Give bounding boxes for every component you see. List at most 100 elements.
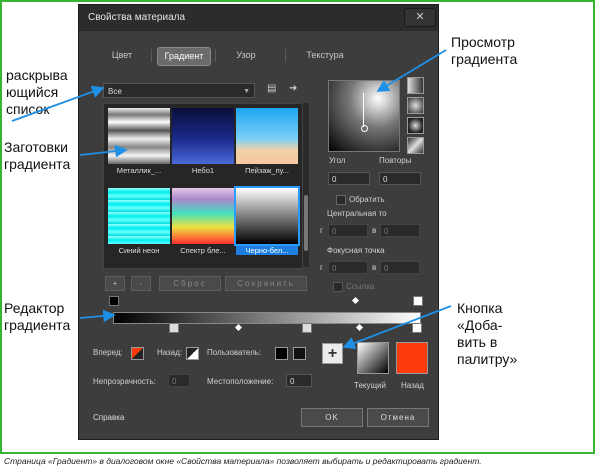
focus-h-spinner[interactable]: 0 — [328, 261, 368, 274]
current-swatch-label: Текущий — [354, 381, 386, 390]
preset-label: Синий неон — [118, 246, 160, 255]
cancel-button[interactable]: Отмена — [367, 408, 429, 427]
annotation-dropdown: раскрыва ющийся список — [6, 67, 68, 117]
preset-item[interactable]: Пейзаж_пу... — [236, 108, 298, 176]
opacity-spinner[interactable]: 0 — [168, 374, 190, 387]
ok-button[interactable]: OK — [301, 408, 363, 427]
preset-item[interactable]: Металлик_... — [108, 108, 170, 176]
presets-scrollbar[interactable] — [303, 103, 309, 267]
angle-handle-line — [363, 93, 364, 127]
invert-checkbox[interactable] — [336, 195, 346, 205]
forward-direction-icon[interactable] — [131, 347, 144, 360]
preset-item[interactable]: Синий неон — [108, 188, 170, 256]
dialog-title: Свойства материала — [88, 12, 186, 23]
preset-thumbnail — [108, 188, 170, 244]
focus-h-label: г — [320, 263, 323, 272]
reset-button[interactable]: Сброс — [159, 276, 221, 291]
preset-label: Черно-бел... — [236, 246, 298, 255]
gradient-presets-grid: Металлик_... Небо1 Пейзаж_пу... Синий не… — [103, 103, 303, 269]
link-label: Ссылка — [346, 282, 375, 291]
save-preset-button[interactable]: Сохранить — [225, 276, 307, 291]
preset-item[interactable]: Небо1 — [172, 108, 234, 176]
category-dropdown[interactable]: Все ▼ — [103, 83, 255, 98]
preset-thumbnail — [172, 108, 234, 164]
invert-label: Обратить — [349, 195, 385, 204]
center-point-label: Центральная то — [327, 209, 387, 218]
preset-item[interactable]: Спектр бле... — [172, 188, 234, 256]
tab-separator — [285, 49, 286, 62]
focus-v-spinner[interactable]: 0 — [380, 261, 420, 274]
center-h-spinner[interactable]: 0 — [328, 224, 368, 237]
tab-pattern[interactable]: Узор — [221, 47, 271, 64]
scrollbar-thumb[interactable] — [304, 195, 308, 251]
chevron-down-icon: ▼ — [243, 88, 250, 95]
conical-gradient-button[interactable] — [407, 137, 424, 154]
angle-handle-knob[interactable] — [361, 125, 368, 132]
annotation-preview: Просмотр градиента — [451, 34, 518, 67]
preset-label: Небо1 — [191, 166, 215, 175]
arrow-right-icon[interactable]: ➜ — [289, 83, 297, 94]
preset-thumbnail — [234, 186, 300, 246]
preset-thumbnail — [108, 108, 170, 164]
annotation-add-button: Кнопка «Доба-вить в палитру» — [457, 300, 518, 367]
opacity-midpoint[interactable] — [234, 323, 243, 332]
back-swatch-label: Назад — [401, 381, 424, 390]
material-properties-dialog: Свойства материала ✕ Цвет Градиент Узор … — [78, 4, 439, 440]
angle-label: Угол — [329, 156, 346, 165]
preset-label: Спектр бле... — [180, 246, 226, 255]
midpoint-marker[interactable] — [351, 296, 360, 305]
location-label: Местоположение: — [207, 377, 274, 386]
back-label: Назад: — [157, 348, 183, 357]
help-link[interactable]: Справка — [93, 413, 124, 422]
opacity-stop[interactable] — [302, 323, 312, 333]
title-bar: Свойства материала ✕ — [79, 5, 438, 31]
custom-color-swatch[interactable] — [275, 347, 288, 360]
figure-caption: Страница «Градиент» в диалоговом окне «С… — [4, 456, 482, 466]
add-preset-button[interactable]: + — [105, 276, 125, 291]
preset-label: Пейзаж_пу... — [245, 166, 289, 175]
location-spinner[interactable]: 0 — [286, 374, 312, 387]
add-to-palette-button[interactable]: + — [322, 343, 343, 364]
link-checkbox[interactable] — [333, 282, 343, 292]
tab-texture[interactable]: Текстура — [293, 47, 357, 64]
opacity-stop[interactable] — [169, 323, 179, 333]
radial-gradient-button[interactable] — [407, 97, 424, 114]
repeats-spinner[interactable]: 0 — [379, 172, 421, 185]
custom-label: Пользователь: — [207, 348, 262, 357]
gradient-preview[interactable] — [328, 80, 400, 152]
opacity-stop[interactable] — [412, 323, 422, 333]
back-swatch[interactable] — [396, 342, 428, 374]
dropdown-value: Все — [108, 87, 122, 96]
color-stop-start[interactable] — [109, 296, 119, 306]
tab-gradient[interactable]: Градиент — [157, 47, 211, 66]
color-stop-end[interactable] — [413, 296, 423, 306]
angle-spinner[interactable]: 0 — [328, 172, 370, 185]
library-icon[interactable]: ▤ — [267, 83, 276, 94]
center-h-label: г — [320, 226, 323, 235]
gradient-editor-bar[interactable] — [113, 312, 421, 324]
rectangular-gradient-button[interactable] — [407, 117, 424, 134]
tab-color[interactable]: Цвет — [97, 47, 147, 64]
tab-separator — [151, 49, 152, 62]
forward-label: Вперед: — [93, 348, 123, 357]
current-swatch[interactable] — [357, 342, 389, 374]
center-v-spinner[interactable]: 0 — [380, 224, 420, 237]
focus-point-label: Фокусная точка — [327, 246, 385, 255]
opacity-label: Непрозрачность: — [93, 377, 156, 386]
opacity-midpoint[interactable] — [355, 323, 364, 332]
preset-label: Металлик_... — [116, 166, 162, 175]
back-direction-icon[interactable] — [186, 347, 199, 360]
preset-thumbnail — [236, 108, 298, 164]
preset-thumbnail — [172, 188, 234, 244]
annotation-presets: Заготовки градиента — [4, 139, 71, 172]
linear-gradient-button[interactable] — [407, 77, 424, 94]
focus-v-label: в — [372, 263, 377, 272]
repeats-label: Повторы — [379, 156, 412, 165]
preset-item-selected[interactable]: Черно-бел... — [234, 186, 300, 256]
remove-preset-button[interactable]: - — [131, 276, 151, 291]
close-button[interactable]: ✕ — [404, 8, 436, 27]
tab-separator — [215, 49, 216, 62]
center-v-label: в — [372, 226, 377, 235]
annotation-editor: Редактор градиента — [4, 300, 71, 333]
custom-color-swatch-2[interactable] — [293, 347, 306, 360]
